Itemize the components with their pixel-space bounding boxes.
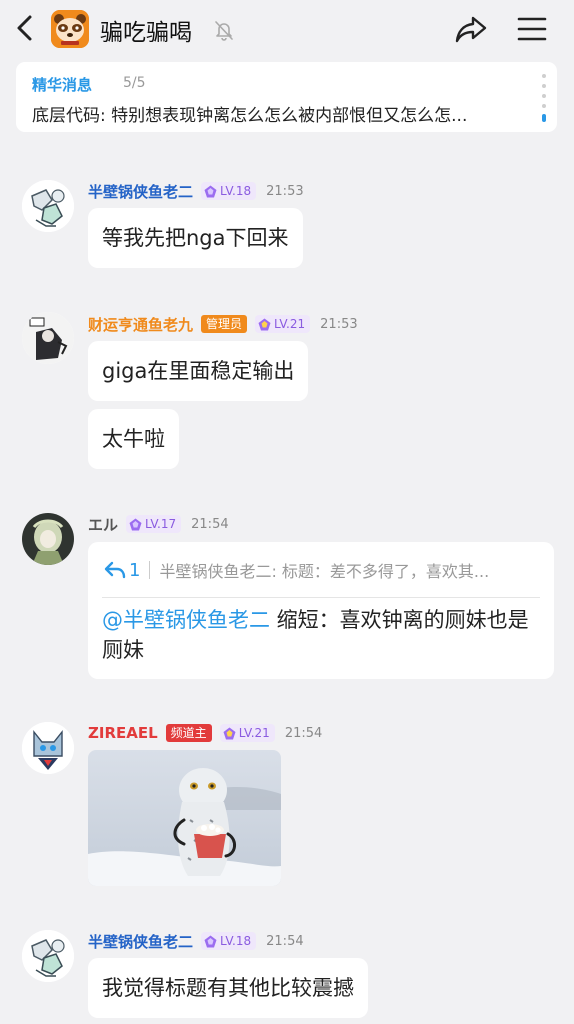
back-button[interactable]	[12, 12, 40, 44]
raccoon-logo-icon[interactable]	[51, 10, 89, 48]
message-header: 半壁锅侠鱼老二 LV.18 21:54	[88, 931, 304, 951]
message-header: 财运亨通鱼老九 管理员 LV.21 21:53	[88, 314, 358, 334]
level-badge: LV.21	[255, 315, 311, 333]
level-text: LV.21	[274, 317, 306, 331]
reply-divider-bar	[149, 561, 151, 579]
reply-arrow-icon	[104, 561, 126, 579]
hamburger-menu-icon	[517, 17, 547, 41]
message-header: エル LV.17 21:54	[88, 514, 229, 534]
message-time: 21:54	[266, 933, 304, 949]
avatar[interactable]	[22, 180, 74, 232]
level-badge: LV.18	[201, 932, 257, 950]
quoted-message: 半壁锅侠鱼老二: 标题：差不多得了，喜欢其...	[159, 562, 490, 581]
level-text: LV.18	[220, 184, 252, 198]
level-text: LV.18	[220, 934, 252, 948]
message-item: ZIREAEL 频道主 LV.21 21:54	[0, 720, 574, 890]
reply-quote-header[interactable]: 1 半壁锅侠鱼老二: 标题：差不多得了，喜欢其...	[104, 558, 540, 582]
level-text: LV.17	[145, 517, 177, 531]
level-badge: LV.18	[201, 182, 257, 200]
level-text: LV.21	[238, 726, 270, 740]
featured-scroll-indicator	[541, 74, 547, 122]
featured-count: 5/5	[123, 75, 146, 91]
avatar[interactable]	[22, 930, 74, 982]
reply-count: 1	[129, 559, 141, 581]
sender-name[interactable]: 财运亨通鱼老九	[88, 314, 193, 335]
featured-title: 精华消息	[32, 76, 93, 94]
mention-link[interactable]: @半壁锅侠鱼老二	[102, 608, 270, 632]
menu-button[interactable]	[516, 14, 548, 44]
message-header: ZIREAEL 频道主 LV.21 21:54	[88, 723, 322, 743]
message-time: 21:54	[191, 516, 229, 532]
chat-header: 骗吃骗喝	[0, 0, 574, 58]
level-gem-icon	[204, 935, 217, 947]
featured-message-text: 底层代码: 特别想表现钟离怎么怎么被内部恨但又怎么怎...	[32, 106, 468, 126]
avatar[interactable]	[22, 513, 74, 565]
channel-title: 骗吃骗喝	[100, 20, 192, 46]
message-time: 21:53	[266, 183, 304, 199]
level-gem-icon	[223, 727, 236, 739]
message-time: 21:53	[320, 316, 358, 332]
level-badge: LV.17	[126, 515, 182, 533]
share-button[interactable]	[454, 12, 488, 46]
message-bubble[interactable]: 等我先把nga下回来	[88, 208, 303, 268]
reply-message-bubble[interactable]: 1 半壁锅侠鱼老二: 标题：差不多得了，喜欢其... @半壁锅侠鱼老二 缩短：喜…	[88, 542, 554, 679]
share-arrow-icon	[455, 16, 487, 43]
reply-text: @半壁锅侠鱼老二 缩短：喜欢钟离的厕妹也是厕妹	[102, 605, 542, 665]
message-item: 半壁锅侠鱼老二 LV.18 21:54 我觉得标题有其他比较震撼	[0, 928, 574, 1024]
level-badge: LV.21	[219, 724, 275, 742]
message-bubble[interactable]: 我觉得标题有其他比较震撼	[88, 958, 368, 1018]
sender-name[interactable]: ZIREAEL	[88, 724, 158, 742]
reply-divider	[102, 597, 540, 598]
level-gem-icon	[129, 518, 142, 530]
owner-role-badge: 频道主	[165, 724, 212, 742]
featured-messages-card[interactable]: 精华消息 5/5 底层代码: 特别想表现钟离怎么怎么被内部恨但又怎么怎...	[16, 62, 557, 132]
message-item: エル LV.17 21:54 1 半壁锅侠鱼老二: 标题：差不多得了，喜欢其..…	[0, 511, 574, 681]
snowy-owl-photo[interactable]	[88, 750, 281, 886]
chevron-left-icon	[17, 15, 32, 41]
message-item: 半壁锅侠鱼老二 LV.18 21:53 等我先把nga下回来	[0, 178, 574, 273]
message-bubble[interactable]: giga在里面稳定输出	[88, 341, 309, 401]
level-gem-icon	[204, 185, 217, 197]
level-gem-icon	[258, 318, 271, 330]
bell-off-icon	[213, 19, 235, 41]
message-time: 21:54	[284, 725, 323, 741]
admin-role-badge: 管理员	[201, 315, 248, 333]
message-header: 半壁锅侠鱼老二 LV.18 21:53	[88, 181, 304, 201]
sender-name[interactable]: 半壁锅侠鱼老二	[88, 931, 193, 952]
sender-name[interactable]: エル	[88, 514, 118, 535]
sender-name[interactable]: 半壁锅侠鱼老二	[88, 181, 193, 202]
message-bubble[interactable]: 太牛啦	[88, 409, 179, 469]
message-item: 财运亨通鱼老九 管理员 LV.21 21:53 giga在里面稳定输出 太牛啦	[0, 310, 574, 475]
avatar[interactable]	[22, 722, 74, 774]
avatar[interactable]	[22, 312, 74, 364]
